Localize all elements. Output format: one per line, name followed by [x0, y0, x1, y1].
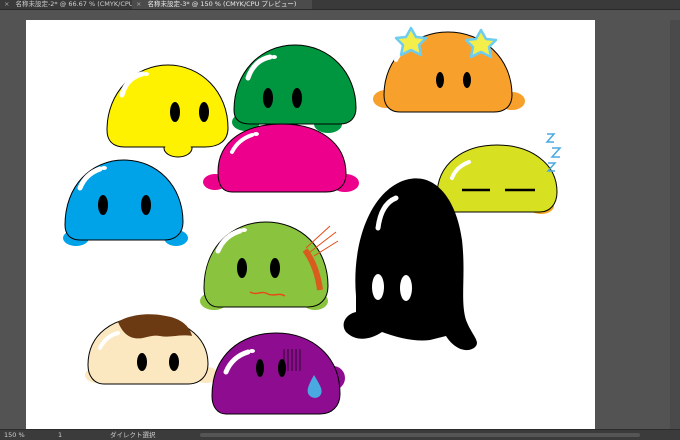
yellow-blob[interactable]	[106, 64, 229, 158]
illustration[interactable]	[26, 20, 595, 436]
lime-blob[interactable]	[436, 133, 562, 214]
canvas-workspace[interactable]	[0, 10, 680, 439]
green-blob[interactable]	[232, 44, 357, 133]
tab-label: 名称未設定-2* @ 66.67 % (CMYK/CPU プレビュー)	[15, 0, 132, 8]
status-bar: 150 % 1 ダイレクト選択	[0, 429, 680, 440]
close-icon[interactable]: ×	[4, 0, 9, 8]
blue-blob[interactable]	[63, 159, 188, 246]
tab-label: 名称未設定-3* @ 150 % (CMYK/CPU プレビュー)	[147, 0, 297, 8]
close-icon[interactable]: ×	[136, 0, 141, 8]
pudding-blob[interactable]	[85, 314, 219, 385]
tab-document-3[interactable]: × 名称未設定-3* @ 150 % (CMYK/CPU プレビュー)	[132, 0, 312, 9]
horizontal-scrollbar[interactable]	[200, 433, 640, 437]
document-tab-bar: × 名称未設定-2* @ 66.67 % (CMYK/CPU プレビュー) × 名称…	[0, 0, 680, 10]
orange-blob[interactable]	[373, 26, 525, 113]
purple-blob[interactable]	[211, 332, 345, 415]
sleep-z-icon	[545, 133, 562, 172]
artboard[interactable]	[26, 20, 595, 436]
tab-document-2[interactable]: × 名称未設定-2* @ 66.67 % (CMYK/CPU プレビュー)	[0, 0, 132, 9]
yellowgreen-blob[interactable]	[200, 221, 339, 310]
vertical-scrollbar[interactable]	[670, 20, 680, 439]
